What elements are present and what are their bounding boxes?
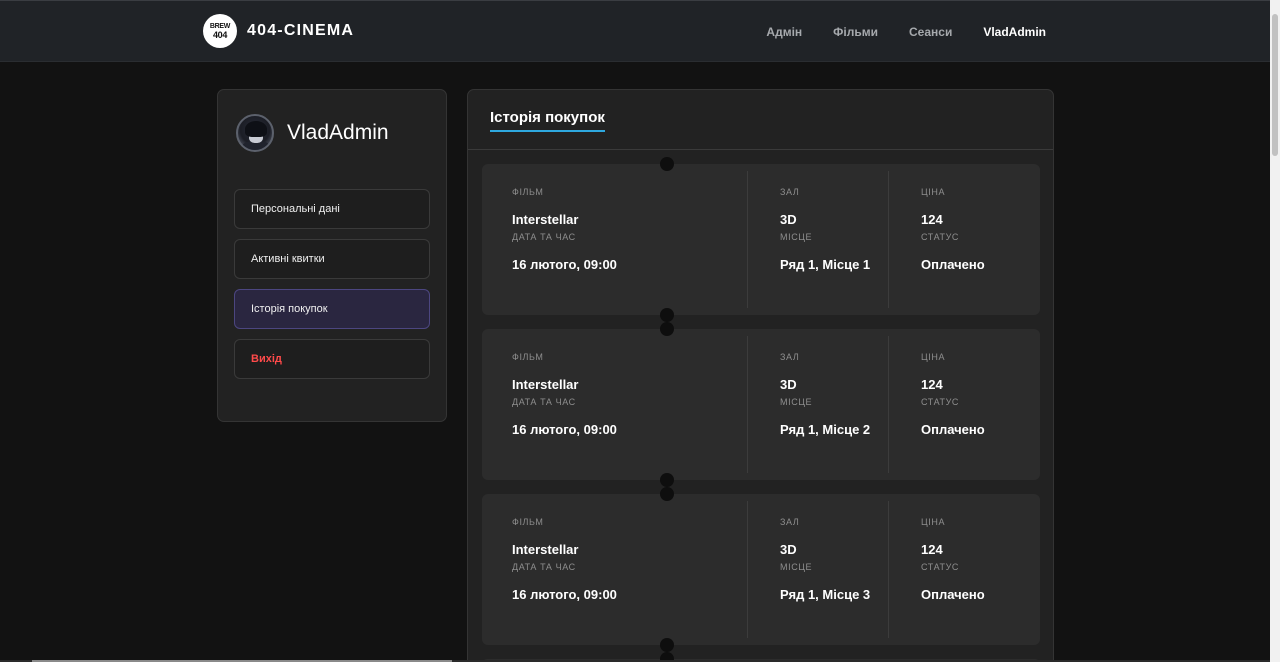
- price-label: Ціна: [921, 187, 946, 197]
- ticket-col-hall: Зал 3D Місце Ряд 1, Місце 1: [747, 164, 888, 315]
- status-value: Оплачено: [921, 587, 985, 602]
- menu-item-active-tickets[interactable]: Активні квитки: [234, 239, 430, 279]
- seat-value: Ряд 1, Місце 3: [780, 587, 871, 602]
- ticket-col-price: Ціна 124 Статус Оплачено: [888, 329, 1040, 480]
- seat-label: Місце: [780, 562, 813, 572]
- nav-link-sessions[interactable]: Сеанси: [909, 25, 952, 39]
- status-value: Оплачено: [921, 257, 985, 272]
- datetime-value: 16 лютого, 09:00: [512, 257, 617, 272]
- panel-title: Історія покупок: [490, 109, 605, 132]
- nav-link-films[interactable]: Фільми: [833, 25, 878, 39]
- seat-value: Ряд 1, Місце 1: [780, 257, 871, 272]
- ticket-col-price: Ціна 124 Статус Оплачено: [888, 494, 1040, 645]
- status-label: Статус: [921, 397, 960, 407]
- seat-label: Місце: [780, 397, 813, 407]
- ticket-card[interactable]: Фільм Interstellar Дата та час 16 лютого…: [482, 322, 1040, 487]
- profile-menu: Персональні дані Активні квитки Історія …: [234, 189, 430, 389]
- ticket-col-film: Фільм Interstellar Дата та час 16 лютого…: [512, 164, 747, 315]
- film-label: Фільм: [512, 187, 544, 197]
- film-label: Фільм: [512, 352, 544, 362]
- price-value: 124: [921, 212, 943, 227]
- logo-text-bottom: 404: [212, 30, 228, 40]
- purchase-history-panel: Історія покупок Фільм Interstellar Дата …: [467, 89, 1054, 662]
- price-value: 124: [921, 542, 943, 557]
- price-label: Ціна: [921, 517, 946, 527]
- film-value: Interstellar: [512, 377, 579, 392]
- profile-username: VladAdmin: [287, 121, 389, 144]
- avatar: [236, 114, 274, 152]
- menu-item-logout[interactable]: Вихід: [234, 339, 430, 379]
- datetime-label: Дата та час: [512, 562, 576, 572]
- page-scrollbar[interactable]: [1270, 0, 1280, 662]
- status-value: Оплачено: [921, 422, 985, 437]
- datetime-label: Дата та час: [512, 232, 576, 242]
- datetime-value: 16 лютого, 09:00: [512, 587, 617, 602]
- film-value: Interstellar: [512, 542, 579, 557]
- nav-link-user[interactable]: VladAdmin: [983, 25, 1046, 39]
- status-label: Статус: [921, 562, 960, 572]
- profile-header: VladAdmin: [236, 114, 389, 152]
- menu-item-purchase-history[interactable]: Історія покупок: [234, 289, 430, 329]
- ticket-col-hall: Зал 3D Місце Ряд 1, Місце 2: [747, 329, 888, 480]
- price-value: 124: [921, 377, 943, 392]
- datetime-value: 16 лютого, 09:00: [512, 422, 617, 437]
- status-label: Статус: [921, 232, 960, 242]
- price-label: Ціна: [921, 352, 946, 362]
- panel-header: Історія покупок: [468, 90, 1053, 150]
- brand-logo-icon: BREW 404: [203, 14, 237, 48]
- menu-item-personal-data[interactable]: Персональні дані: [234, 189, 430, 229]
- main-nav: Адмін Фільми Сеанси VladAdmin: [766, 25, 1046, 39]
- datetime-label: Дата та час: [512, 397, 576, 407]
- profile-sidebar: VladAdmin Персональні дані Активні квитк…: [217, 89, 447, 422]
- ticket-col-film: Фільм Interstellar Дата та час 16 лютого…: [512, 494, 747, 645]
- film-value: Interstellar: [512, 212, 579, 227]
- hall-value: 3D: [780, 542, 797, 557]
- seat-label: Місце: [780, 232, 813, 242]
- scrollbar-thumb[interactable]: [1272, 14, 1278, 156]
- brand[interactable]: BREW 404 404-CINEMA: [203, 14, 354, 48]
- ticket-col-hall: Зал 3D Місце Ряд 1, Місце 3: [747, 494, 888, 645]
- ticket-card[interactable]: Фільм Interstellar Дата та час 16 лютого…: [482, 487, 1040, 652]
- seat-value: Ряд 1, Місце 2: [780, 422, 871, 437]
- ticket-list: Фільм Interstellar Дата та час 16 лютого…: [482, 157, 1040, 662]
- film-label: Фільм: [512, 517, 544, 527]
- brand-name: 404-CINEMA: [247, 22, 355, 39]
- hall-label: Зал: [780, 517, 800, 527]
- navbar: BREW 404 404-CINEMA Адмін Фільми Сеанси …: [0, 0, 1270, 62]
- ticket-col-price: Ціна 124 Статус Оплачено: [888, 164, 1040, 315]
- nav-link-admin[interactable]: Адмін: [766, 25, 802, 39]
- hall-label: Зал: [780, 187, 800, 197]
- hall-value: 3D: [780, 377, 797, 392]
- hall-label: Зал: [780, 352, 800, 362]
- ticket-col-film: Фільм Interstellar Дата та час 16 лютого…: [512, 329, 747, 480]
- ticket-card[interactable]: Фільм Interstellar Дата та час 16 лютого…: [482, 157, 1040, 322]
- hall-value: 3D: [780, 212, 797, 227]
